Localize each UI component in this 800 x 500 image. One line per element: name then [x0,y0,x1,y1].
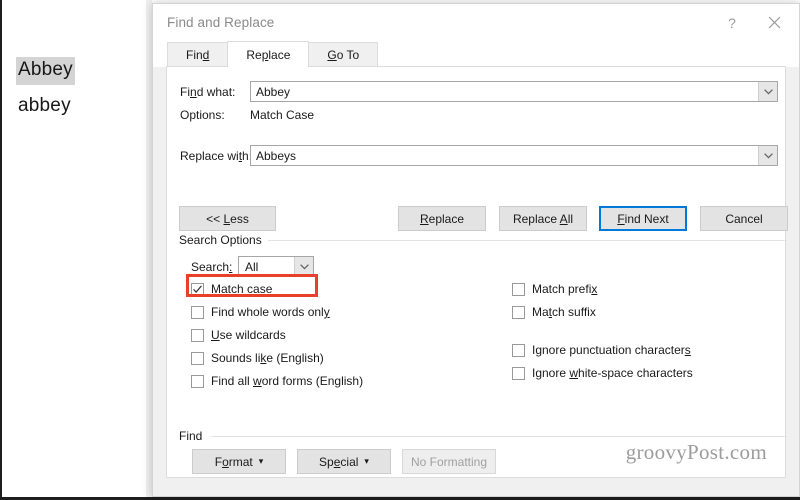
match-suffix-label: Match suffix [532,305,596,319]
find-all-word-forms-label: Find all word forms (English) [211,374,364,388]
format-button[interactable]: Format ▾ [192,449,286,474]
find-next-button-label: Find Next [617,211,669,226]
search-scope-chevron-down-icon[interactable] [294,257,313,276]
dialog-titlebar: Find and Replace ? [153,4,799,41]
replace-with-input[interactable] [251,146,758,165]
tab-replace[interactable]: Replace [227,41,310,67]
search-options-group-rule [259,240,787,241]
sounds-like-checkbox-box [191,351,204,365]
search-scope-select[interactable]: All [238,256,314,277]
replace-all-button-label: Replace All [512,211,574,226]
ignore-punctuation-checkbox[interactable]: Ignore punctuation characters [512,343,691,357]
match-suffix-checkbox[interactable]: Match suffix [512,305,596,319]
match-case-checkbox-box [191,282,204,296]
find-all-word-forms-checkbox-box [191,374,204,388]
find-group-label: Find [179,429,209,443]
ignore-white-space-label: Ignore white-space characters [532,366,693,380]
match-suffix-checkbox-box [512,305,525,319]
find-what-chevron-down-icon[interactable] [758,82,777,101]
dialog-body-panel: Find what: Options: Match Case Replace w… [166,66,788,478]
cancel-button[interactable]: Cancel [700,206,788,231]
tab-go-to[interactable]: Go To [308,42,379,67]
document-page: Abbey abbey [2,0,152,497]
document-text-plain: abbey [18,95,71,116]
search-options-group-label: Search Options [179,233,268,247]
ignore-punctuation-label: Ignore punctuation characters [532,343,691,357]
less-button-label: << Less [206,211,249,226]
ignore-white-space-checkbox-box [512,366,525,380]
tab-go-to-label: Go To [327,48,360,62]
ignore-white-space-checkbox[interactable]: Ignore white-space characters [512,366,693,380]
tab-replace-label: Replace [246,47,291,62]
find-and-replace-dialog: Find and Replace ? Find Replace Go To Fi… [152,3,800,497]
dialog-title: Find and Replace [167,15,275,30]
match-prefix-checkbox-box [512,282,525,296]
use-wildcards-checkbox-box [191,328,204,342]
help-icon[interactable]: ? [711,8,753,38]
find-whole-words-only-checkbox[interactable]: Find whole words only [191,305,330,319]
find-next-button[interactable]: Find Next [599,206,687,231]
search-scope-value: All [245,259,259,274]
find-all-word-forms-checkbox[interactable]: Find all word forms (English) [191,374,363,388]
tab-find[interactable]: Find [167,42,229,67]
find-whole-words-only-checkbox-box [191,305,204,319]
options-label: Options: [180,108,225,122]
no-formatting-button-label: No Formatting [410,454,488,469]
match-case-label: Match case [211,282,273,296]
replace-with-label: Replace with: [180,149,253,163]
sounds-like-checkbox[interactable]: Sounds like (English) [191,351,324,365]
find-what-label: Find what: [180,85,236,99]
tab-find-label: Find [186,48,210,62]
ignore-punctuation-checkbox-box [512,343,525,357]
dialog-tabstrip: Find Replace Go To [153,41,799,67]
find-what-combo[interactable] [250,81,778,102]
special-button-label: Special [319,454,359,469]
find-group-rule [211,436,787,437]
less-button[interactable]: << Less [179,206,276,231]
cancel-button-label: Cancel [725,211,763,226]
special-caret-down-icon: ▾ [364,456,369,466]
replace-button[interactable]: Replace [398,206,486,231]
help-glyph: ? [728,14,736,31]
titlebar-buttons: ? [711,4,795,41]
options-value: Match Case [250,108,315,122]
use-wildcards-checkbox[interactable]: Use wildcards [191,328,286,342]
format-button-label: Format [214,454,253,469]
match-prefix-label: Match prefix [532,282,598,296]
replace-button-label: Replace [419,211,465,226]
find-whole-words-only-label: Find whole words only [211,305,330,319]
no-formatting-button: No Formatting [402,449,496,474]
match-case-checkbox[interactable]: Match case [191,282,272,296]
watermark: groovyPost.com [625,440,767,464]
close-icon[interactable] [753,8,795,38]
replace-all-button[interactable]: Replace All [499,206,587,231]
document-text-selected: Abbey [16,57,75,85]
special-button[interactable]: Special ▾ [297,449,391,474]
replace-with-combo[interactable] [250,145,778,166]
find-what-input[interactable] [251,82,758,101]
tab-go-to-accel: G [327,48,337,62]
format-caret-down-icon: ▾ [258,456,264,466]
replace-with-chevron-down-icon[interactable] [758,146,777,165]
search-scope-label: Search: [191,260,233,274]
use-wildcards-label: Use wildcards [211,328,286,342]
match-prefix-checkbox[interactable]: Match prefix [512,282,597,296]
sounds-like-label: Sounds like (English) [211,351,324,365]
tab-replace-accel: p [261,47,269,62]
tab-find-accel: d [202,48,210,62]
